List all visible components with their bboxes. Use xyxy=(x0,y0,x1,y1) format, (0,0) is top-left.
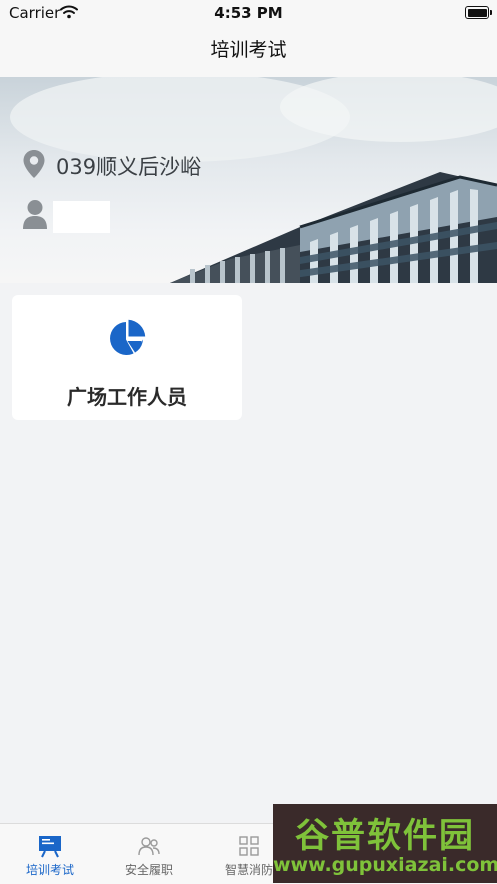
pie-chart-icon xyxy=(108,319,146,361)
users-icon xyxy=(137,834,161,862)
card-label: 广场工作人员 xyxy=(67,385,187,409)
watermark-title: 谷普软件园 xyxy=(295,816,475,856)
watermark-overlay: 谷普软件园 www.gupuxiazai.com xyxy=(273,804,497,883)
tab-training[interactable]: 培训考试 xyxy=(0,824,100,884)
tab-safety-label: 安全履职 xyxy=(124,863,173,877)
location-label: 039顺义后沙峪 xyxy=(56,155,202,179)
clock: 4:53 PM xyxy=(214,4,283,22)
nav-bar: 培训考试 xyxy=(0,26,497,77)
training-board-icon xyxy=(38,834,62,862)
page-title: 培训考试 xyxy=(210,39,287,61)
user-icon xyxy=(22,199,48,233)
user-name-field xyxy=(53,201,110,233)
location-pin-icon xyxy=(22,149,46,183)
battery-icon xyxy=(465,6,492,19)
grid-icon xyxy=(237,834,261,862)
tab-safety[interactable]: 安全履职 xyxy=(99,824,199,884)
header-banner: 039顺义后沙峪 xyxy=(0,77,497,283)
status-bar: Carrier 4:53 PM xyxy=(0,0,497,26)
category-card[interactable]: 广场工作人员 xyxy=(12,295,242,420)
watermark-url: www.gupuxiazai.com xyxy=(273,854,497,876)
tab-training-label: 培训考试 xyxy=(25,863,74,877)
